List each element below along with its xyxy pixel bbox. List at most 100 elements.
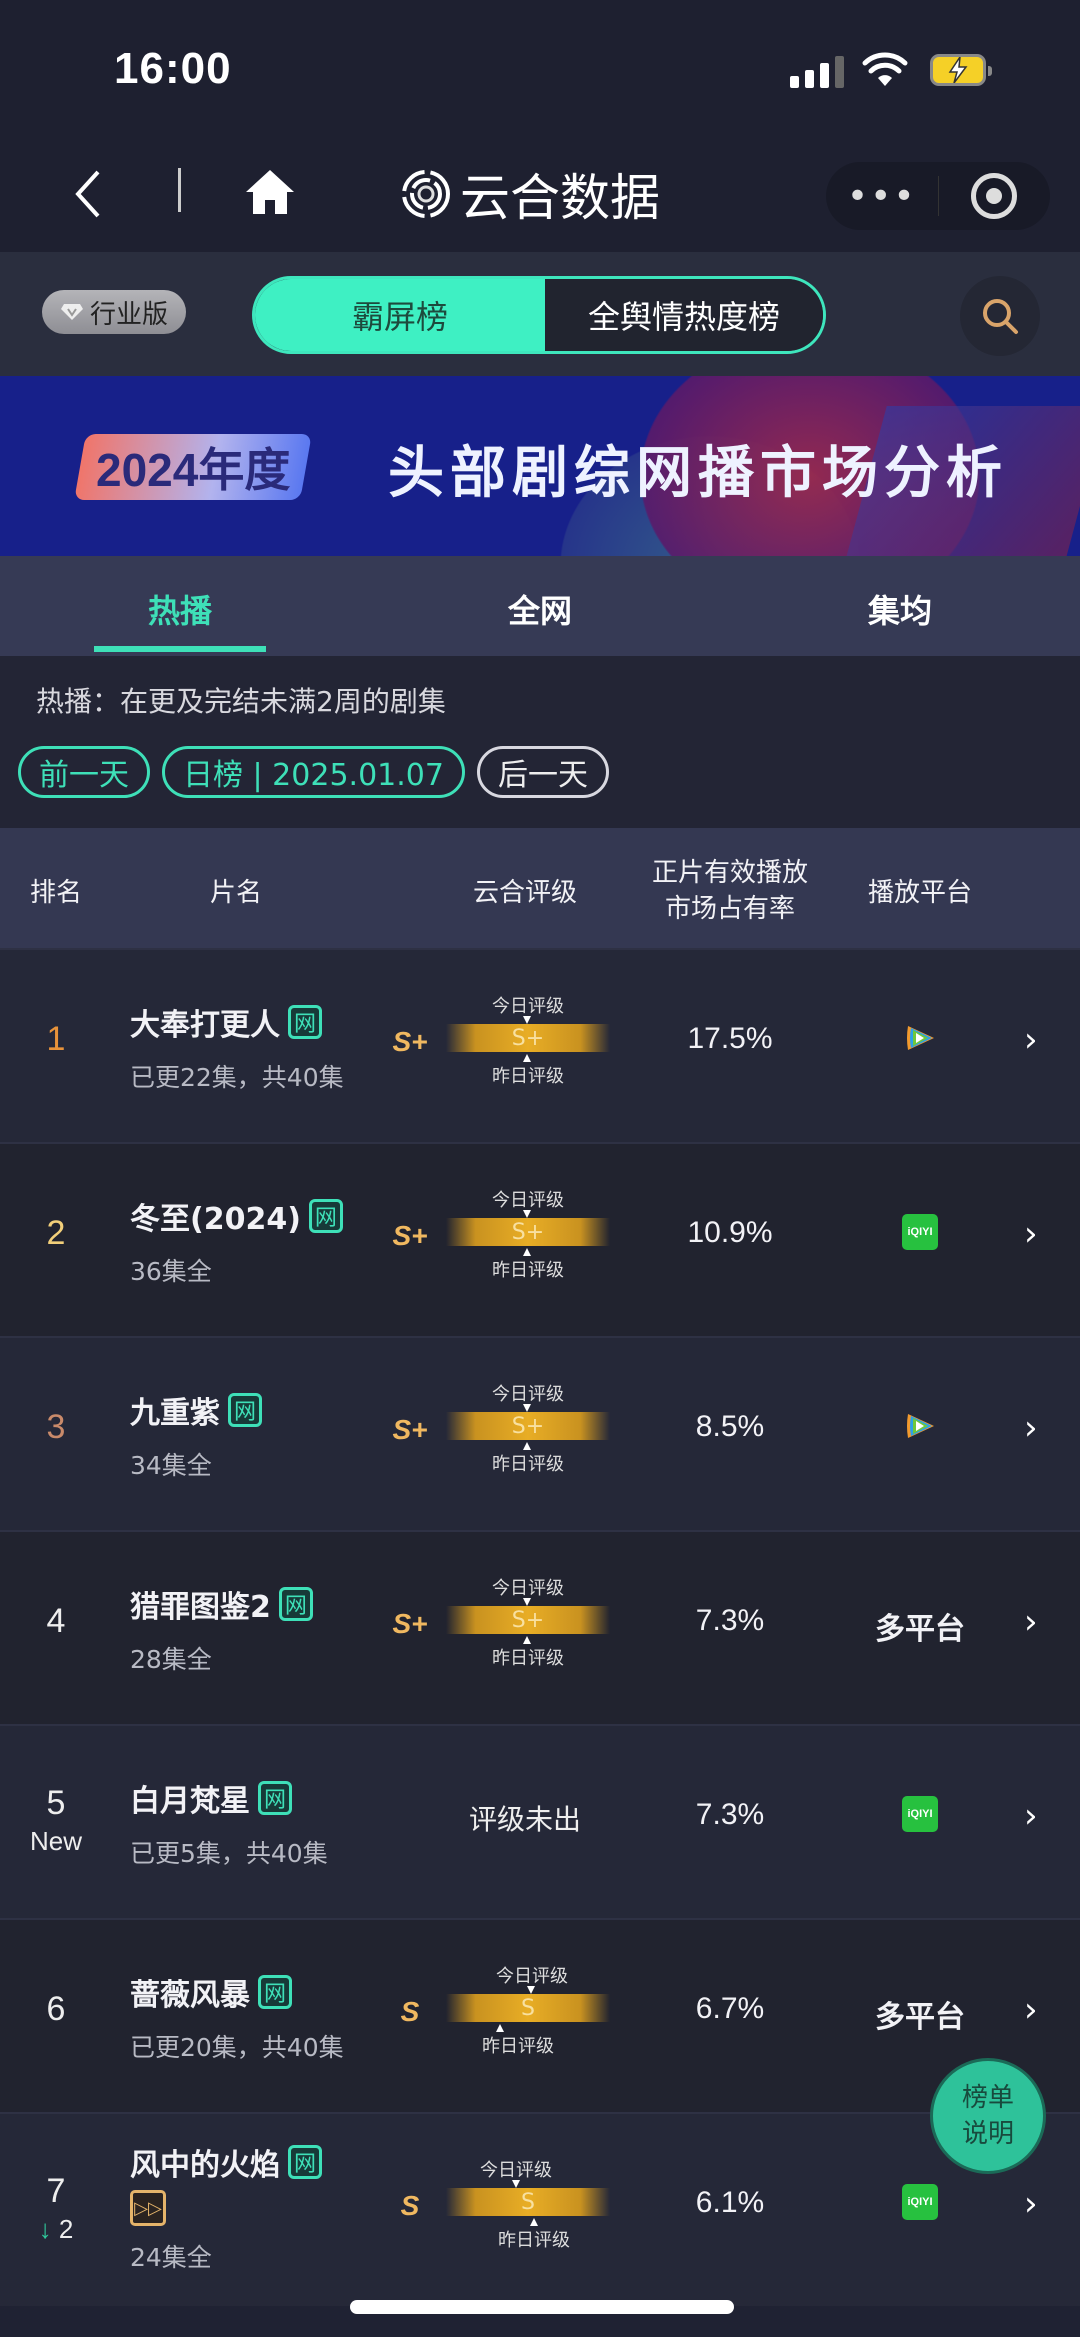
arrow-down-icon: ↓ bbox=[38, 2214, 52, 2244]
search-icon bbox=[983, 299, 1018, 334]
web-drama-badge: 网 bbox=[308, 1199, 343, 1233]
rank-number: 1 bbox=[46, 1020, 66, 1058]
episode-info: 已更5集，共40集 bbox=[130, 1839, 328, 1868]
signal-icon bbox=[790, 56, 844, 88]
edition-badge[interactable]: 行业版 bbox=[42, 290, 186, 334]
grade-letter: S+ bbox=[392, 1608, 428, 1639]
nav-divider bbox=[178, 168, 181, 212]
header-grade: 云合评级 bbox=[472, 878, 577, 908]
platform-cell: iQIYI bbox=[870, 1796, 970, 1832]
tab-per-episode[interactable]: 集均 bbox=[720, 556, 1080, 656]
tab-all-network[interactable]: 全网 bbox=[360, 556, 720, 656]
platform-cell bbox=[870, 1020, 970, 1056]
wifi-icon bbox=[862, 52, 908, 86]
fast-forward-icon: ▷▷ bbox=[130, 2190, 166, 2226]
table-row[interactable]: 3 九重紫网 34集全 S+ 今日评级 S+ 昨日评级 8.5% › bbox=[0, 1336, 1080, 1530]
more-dots-icon[interactable]: ••• bbox=[826, 176, 938, 217]
rank-number: 7 bbox=[46, 2172, 66, 2210]
chevron-right-icon[interactable]: › bbox=[1024, 1214, 1038, 1254]
episode-info: 36集全 bbox=[130, 1257, 212, 1286]
today-grade-label: 今日评级 bbox=[496, 1966, 568, 1987]
web-drama-badge: 网 bbox=[288, 1005, 322, 1039]
platform-cell: iQIYI bbox=[870, 1214, 970, 1250]
today-grade-label: 今日评级 bbox=[492, 1384, 564, 1405]
header-rank: 排名 bbox=[29, 878, 82, 908]
show-title-text: 蔷薇风暴 bbox=[130, 1978, 250, 2013]
home-icon[interactable] bbox=[244, 168, 296, 216]
header-share-line2: 市场占有率 bbox=[664, 894, 795, 924]
show-title: 冬至(2024) 网 bbox=[130, 1194, 343, 1238]
market-share: 17.5% bbox=[687, 1022, 773, 1055]
table-row[interactable]: 1 大奉打更人网 已更22集，共40集 S+ 今日评级 S+ 昨日评级 17.5… bbox=[0, 948, 1080, 1142]
episode-info: 28集全 bbox=[130, 1645, 212, 1674]
promo-banner[interactable]: 2024年度 头部剧综网播市场分析 bbox=[0, 376, 1080, 556]
grade-bar: S+ bbox=[446, 1412, 610, 1440]
show-title-text: 大奉打更人 bbox=[130, 1008, 280, 1043]
chevron-right-icon[interactable]: › bbox=[1024, 2184, 1038, 2224]
grade-pending: 评级未出 bbox=[468, 1803, 581, 1836]
header-platform: 播放平台 bbox=[867, 878, 972, 908]
chevron-right-icon[interactable]: › bbox=[1024, 1796, 1038, 1836]
prev-day-button[interactable]: 前一天 bbox=[18, 746, 150, 798]
grade-bar: S+ bbox=[446, 1024, 610, 1052]
grade-letter: S bbox=[400, 1996, 420, 2027]
chevron-right-icon[interactable]: › bbox=[1024, 1408, 1038, 1448]
yesterday-marker bbox=[523, 1054, 531, 1062]
grade-bar: S+ bbox=[446, 1606, 610, 1634]
web-drama-badge: 网 bbox=[228, 1393, 262, 1427]
yesterday-marker bbox=[523, 1248, 531, 1256]
grade-bar: S+ bbox=[446, 1218, 610, 1246]
yesterday-marker bbox=[523, 1636, 531, 1644]
today-marker bbox=[512, 2180, 520, 2188]
show-title: 九重紫网 bbox=[130, 1388, 262, 1432]
filter-description: 热播：在更及完结未满2周的剧集 bbox=[36, 685, 446, 718]
search-button[interactable] bbox=[960, 276, 1040, 356]
table-row[interactable]: 4 猎罪图鉴2 网 28集全 S+ 今日评级 S+ 昨日评级 7.3% 多平台 › bbox=[0, 1530, 1080, 1724]
chevron-left-icon[interactable] bbox=[70, 166, 110, 226]
status-bar: 16:00 bbox=[0, 0, 1080, 140]
tab-hot[interactable]: 热播 bbox=[0, 556, 360, 656]
rank-number: 4 bbox=[46, 1602, 66, 1640]
segment-bapingbang[interactable]: 霸屏榜 bbox=[255, 279, 545, 351]
grade-letter: S+ bbox=[392, 1220, 428, 1251]
banner-year-text: 2024年度 bbox=[96, 444, 291, 496]
platform-multi: 多平台 bbox=[875, 2000, 965, 2035]
ranking-explanation-button[interactable]: 榜单 说明 bbox=[930, 2058, 1046, 2174]
rank-number: 3 bbox=[46, 1408, 66, 1446]
tencent-video-icon bbox=[907, 1026, 934, 1050]
table-row[interactable]: 2 冬至(2024) 网 36集全 S+ 今日评级 S+ 昨日评级 10.9% i… bbox=[0, 1142, 1080, 1336]
category-tabs: 热播 全网 集均 bbox=[0, 556, 1080, 656]
rank-number: 5 bbox=[46, 1784, 66, 1822]
market-share: 8.5% bbox=[695, 1410, 765, 1443]
show-title-text: 风中的火焰 bbox=[130, 2148, 280, 2183]
table-row[interactable]: 6 蔷薇风暴网 已更20集，共40集 S 今日评级 S 昨日评级 6.7% 多平… bbox=[0, 1918, 1080, 2112]
episode-info: 34集全 bbox=[130, 1451, 212, 1480]
yunhe-logo-icon bbox=[402, 170, 450, 218]
chevron-right-icon[interactable]: › bbox=[1024, 1990, 1038, 2030]
yesterday-marker bbox=[496, 2024, 504, 2032]
table-header: 排名 片名 云合评级 正片有效播放 市场占有率 播放平台 bbox=[0, 828, 1080, 948]
chevron-right-icon[interactable]: › bbox=[1024, 1602, 1038, 1642]
today-marker bbox=[527, 1986, 535, 1994]
today-marker bbox=[523, 1598, 531, 1606]
app-logo: 云合数据 bbox=[400, 158, 660, 230]
target-circle-icon bbox=[971, 173, 1018, 219]
next-day-button[interactable]: 后一天 bbox=[476, 746, 609, 798]
home-indicator[interactable] bbox=[350, 2300, 734, 2314]
yesterday-grade-label: 昨日评级 bbox=[492, 1066, 564, 1087]
episode-info: 已更20集，共40集 bbox=[130, 2033, 344, 2062]
chevron-right-icon[interactable]: › bbox=[1024, 1020, 1038, 1060]
date-selector[interactable]: 日榜 | 2025.01.07 bbox=[162, 746, 465, 798]
table-row[interactable]: 5 New 白月梵星网 已更5集，共40集 评级未出 7.3% iQIYI › bbox=[0, 1724, 1080, 1918]
segment-public-opinion[interactable]: 全舆情热度榜 bbox=[545, 279, 823, 351]
rank-change: ↓ 2 bbox=[20, 2214, 92, 2245]
tencent-video-icon bbox=[907, 1414, 934, 1438]
market-share: 6.7% bbox=[695, 1992, 765, 2025]
rank-number: 2 bbox=[46, 1214, 66, 1252]
close-mini-program-button[interactable] bbox=[939, 173, 1051, 219]
web-drama-badge: 网 bbox=[288, 2145, 322, 2179]
platform-cell: iQIYI bbox=[870, 2184, 970, 2220]
grade-bar: S bbox=[446, 1994, 610, 2022]
new-entry-label: New bbox=[29, 1826, 82, 1856]
table-row[interactable]: 7 ↓ 2 风中的火焰网 ▷▷ 24集全 S 今日评级 S 昨日评级 6.1% … bbox=[0, 2112, 1080, 2306]
